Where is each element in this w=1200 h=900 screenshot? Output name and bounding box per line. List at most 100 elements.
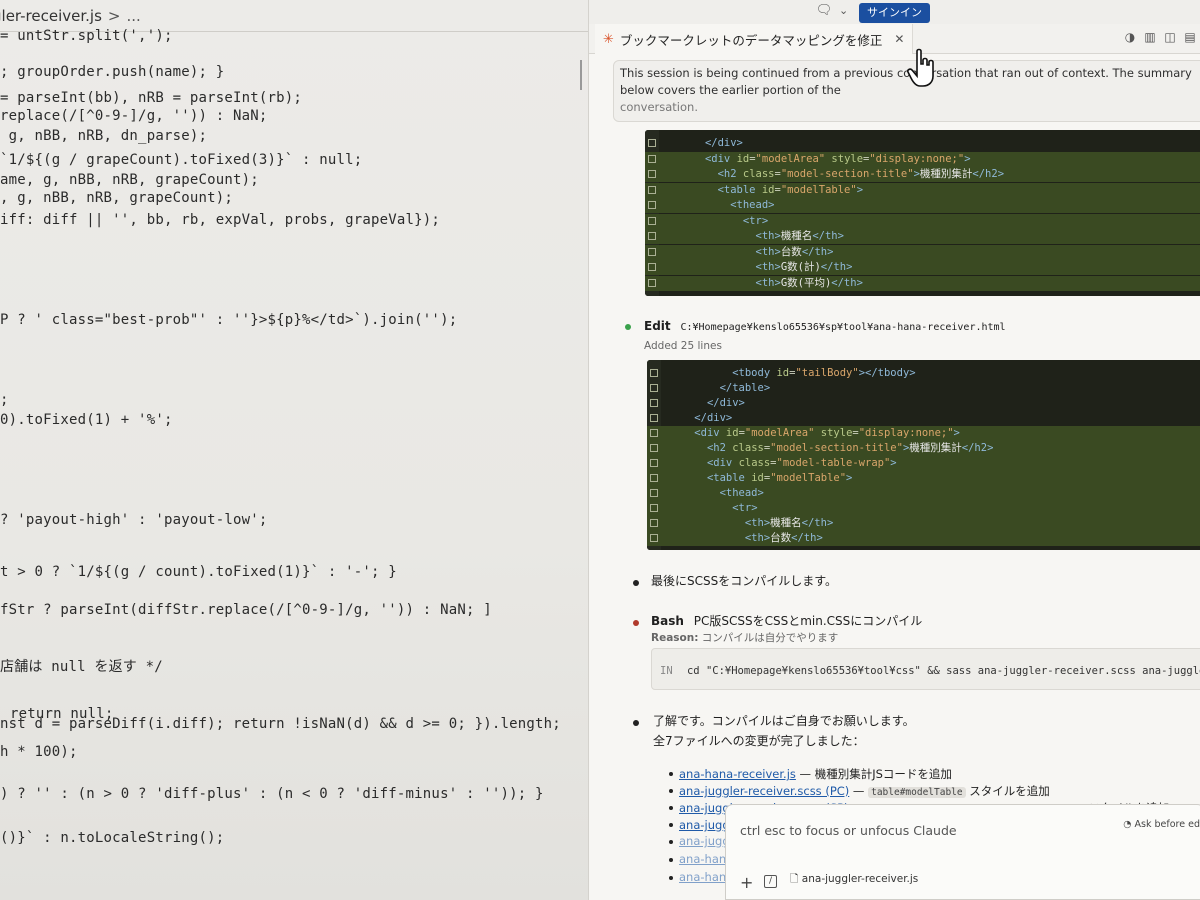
chevron-down-icon[interactable]: ⌄: [839, 2, 848, 20]
list-item-text: — 機種別集計JSコードを追加: [795, 767, 952, 781]
edit-step: Edit C:¥Homepage¥kenslo65536¥sp¥tool¥ana…: [644, 319, 1006, 333]
code-line[interactable]: ;: [0, 392, 9, 408]
diff-marker-icon: [650, 414, 658, 422]
list-bullet: [669, 876, 673, 880]
list-item: ana-hana-receiver.js — 機種別集計JSコードを追加: [679, 766, 952, 782]
diff-line-text: </table>: [719, 382, 771, 394]
code-line[interactable]: fStr ? parseInt(diffStr.replace(/[^0-9-]…: [0, 602, 492, 618]
hand-pointer-icon: [907, 48, 934, 87]
diff-marker-icon: [648, 278, 656, 287]
code-editor[interactable]: gler-receiver.js > ... = untStr.split(',…: [0, 0, 592, 900]
diff-marker-icon: [648, 170, 656, 178]
code-chip: table#modelTable: [868, 787, 966, 798]
code-line[interactable]: 店舗は null を返す */: [0, 656, 163, 676]
diff-marker-icon: [648, 154, 656, 163]
diff-marker-icon: [648, 263, 656, 271]
code-line[interactable]: ) ? '' : (n > 0 ? 'diff-plus' : (n < 0 ?…: [0, 786, 544, 802]
edit-status-dot: [625, 324, 631, 330]
bash-title: PC版SCSSをCSSとmin.CSSにコンパイル: [693, 614, 923, 628]
panel-tab-bar: ✳ ブックマークレットのデータマッピングを修正 ✕ ◑ ▥ ◫ ▤: [589, 24, 1200, 54]
diff-marker-icon: [650, 399, 658, 407]
attached-file-chip[interactable]: 🗋 ana-juggler-receiver.js: [790, 871, 918, 889]
bash-command-box[interactable]: IN cd "C:¥Homepage¥kenslo65536¥tool¥css"…: [651, 648, 1200, 690]
edit-label: Edit: [644, 319, 671, 333]
diff-line-text: <th>台数</th>: [755, 245, 834, 258]
add-attachment-icon[interactable]: +: [740, 873, 753, 892]
diff-marker-icon: [648, 185, 656, 194]
code-line[interactable]: = untStr.split(',');: [0, 28, 173, 44]
code-line[interactable]: replace(/[^0-9-]/g, '')) : NaN;: [0, 108, 268, 124]
slash-command-icon[interactable]: /: [764, 875, 777, 888]
diff-line-text: </div>: [706, 397, 745, 409]
editor-file-name[interactable]: gler-receiver.js: [0, 7, 102, 25]
sidebar-icon[interactable]: ▤: [1183, 30, 1197, 44]
bash-status-dot: [633, 620, 639, 626]
bash-label: Bash: [651, 614, 684, 628]
list-item-text: スタイルを追加: [965, 784, 1050, 798]
diff-line: <th>台数</th>: [647, 531, 1200, 546]
tab-chat-session[interactable]: ✳ ブックマークレットのデータマッピングを修正 ✕: [595, 24, 914, 54]
breadcrumb-more[interactable]: ...: [126, 7, 140, 25]
edit-summary: Added 25 lines: [644, 340, 722, 352]
bash-step: Bash PC版SCSSをCSSとmin.CSSにコンパイル: [651, 612, 922, 629]
chat-bubble-icon[interactable]: 🗨: [813, 2, 835, 20]
summary-text: This session is being continued from a p…: [620, 66, 1192, 97]
code-line[interactable]: ()}` : n.toLocaleString();: [0, 830, 224, 846]
diff-marker-icon: [650, 519, 658, 527]
breadcrumb-separator: >: [107, 6, 121, 25]
diff-line-text: <thead>: [719, 487, 764, 499]
code-line[interactable]: P ? ' class="best-prob"' : ''}>${p}%</td…: [0, 312, 457, 328]
diff-line-text: <table id="modelTable">: [706, 472, 853, 484]
code-line[interactable]: g, nBB, nRB, dn_parse);: [0, 128, 207, 144]
edit-file-path[interactable]: C:¥Homepage¥kenslo65536¥sp¥tool¥ana-hana…: [680, 322, 1005, 333]
reason-text: コンパイルは自分でやります: [701, 632, 839, 644]
compile-message: 最後にSCSSをコンパイルします。: [651, 574, 838, 588]
code-line[interactable]: , g, nBB, nRB, grapeCount);: [0, 190, 233, 206]
close-tab-icon[interactable]: ✕: [894, 32, 904, 46]
diff-line-text: </div>: [704, 137, 743, 149]
diff-line-text: <th>台数</th>: [744, 532, 823, 544]
diff-line-text: </div>: [694, 412, 733, 424]
file-link[interactable]: ana-juggler-receiver.scss (PC): [679, 784, 849, 798]
diff-line-text: <th>機種名</th>: [744, 517, 834, 529]
attached-file-name: ana-juggler-receiver.js: [801, 873, 919, 885]
code-line[interactable]: ame, g, nBB, nRB, grapeCount);: [0, 172, 259, 188]
diff-marker-icon: [650, 384, 658, 392]
ask-mode-icon: ◔: [1123, 819, 1132, 830]
top-toolbar: 🗨 ⌄ サインイン: [589, 0, 1200, 24]
sign-in-button[interactable]: サインイン: [859, 3, 930, 23]
diff-line-text: <div id="modelArea" style="display:none;…: [704, 152, 971, 165]
diff-line: </div>: [647, 411, 1200, 426]
panel-actions: ◑ ▥ ◫ ▤: [1123, 30, 1197, 44]
code-line[interactable]: ; groupOrder.push(name); }: [0, 64, 224, 80]
diff-line: <tr>: [645, 213, 1200, 229]
code-line[interactable]: h * 100);: [0, 744, 78, 760]
ask-mode-label: Ask before ed: [1134, 819, 1200, 830]
file-link[interactable]: ana-hana-receiver.js: [679, 767, 796, 781]
diff-line-text: <th>G数(平均)</th>: [755, 276, 863, 289]
layout-icon[interactable]: ▥: [1143, 30, 1157, 44]
claude-star-icon: ✳: [603, 31, 614, 47]
diff-line: </div>: [647, 396, 1200, 411]
diff-line: <div id="modelArea" style="display:none;…: [647, 426, 1200, 441]
reason-label: Reason:: [651, 632, 699, 644]
chat-input-box[interactable]: ctrl esc to focus or unfocus Claude ◔ As…: [725, 804, 1200, 900]
command-text: cd "C:¥Homepage¥kenslo65536¥tool¥css" &&…: [686, 665, 1200, 677]
contrast-icon[interactable]: ◑: [1123, 30, 1137, 44]
code-line[interactable]: `1/${(g / grapeCount).toFixed(3)}` : nul…: [0, 152, 362, 168]
code-line[interactable]: ? 'payout-high' : 'payout-low';: [0, 512, 268, 528]
diff-line-text: <tr>: [732, 502, 758, 514]
code-line[interactable]: iff: diff || '', bb, rb, expVal, probs, …: [0, 212, 440, 228]
code-line[interactable]: 0).toFixed(1) + '%';: [0, 412, 173, 428]
code-line[interactable]: nst d = parseDiff(i.diff); return !isNaN…: [0, 716, 561, 732]
split-icon[interactable]: ◫: [1163, 30, 1177, 44]
code-line[interactable]: = parseInt(bb), nRB = parseInt(rb);: [0, 90, 302, 106]
diff-line-text: <h2 class="model-section-title">機種別集計</h…: [717, 168, 1005, 180]
diff-code-block-1: </div> <div id="modelArea" style="displa…: [645, 130, 1200, 296]
code-line[interactable]: t > 0 ? `1/${(g / count).toFixed(1)}` : …: [0, 564, 397, 580]
chat-input-placeholder[interactable]: ctrl esc to focus or unfocus Claude: [740, 823, 957, 838]
diff-line-text: <div class="model-table-wrap">: [706, 457, 897, 469]
ask-before-edit-toggle[interactable]: ◔ Ask before ed: [1123, 819, 1200, 830]
diff-line-text: <thead>: [730, 199, 775, 211]
diff-marker-icon: [648, 247, 656, 256]
